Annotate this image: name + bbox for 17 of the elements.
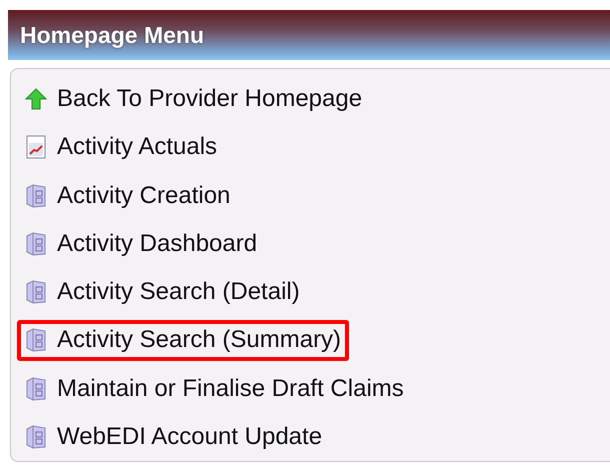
filing-cabinet-icon	[25, 424, 47, 449]
chart-document-icon	[25, 135, 47, 160]
filing-cabinet-icon	[25, 232, 47, 256]
up-arrow-icon	[25, 88, 47, 110]
filing-cabinet-icon	[25, 376, 47, 401]
menu-link[interactable]: Activity Actuals	[17, 127, 226, 168]
menu-link[interactable]: Activity Search (Detail)	[17, 272, 308, 312]
filing-cabinet-icon	[25, 184, 47, 208]
menu-link[interactable]: Back To Provider Homepage	[17, 79, 370, 120]
menu-link[interactable]: Activity Search (Summary)	[17, 320, 350, 360]
menu-link[interactable]: Activity Dashboard	[17, 224, 266, 264]
menu-title: Homepage Menu	[20, 22, 204, 48]
menu-link[interactable]: Activity Creation	[17, 176, 238, 216]
menu-link[interactable]: WebEDI Account Update	[17, 416, 330, 457]
filing-cabinet-icon	[25, 328, 47, 352]
filing-cabinet-icon	[25, 280, 47, 304]
menu-link[interactable]: Maintain or Finalise Draft Claims	[17, 368, 412, 409]
